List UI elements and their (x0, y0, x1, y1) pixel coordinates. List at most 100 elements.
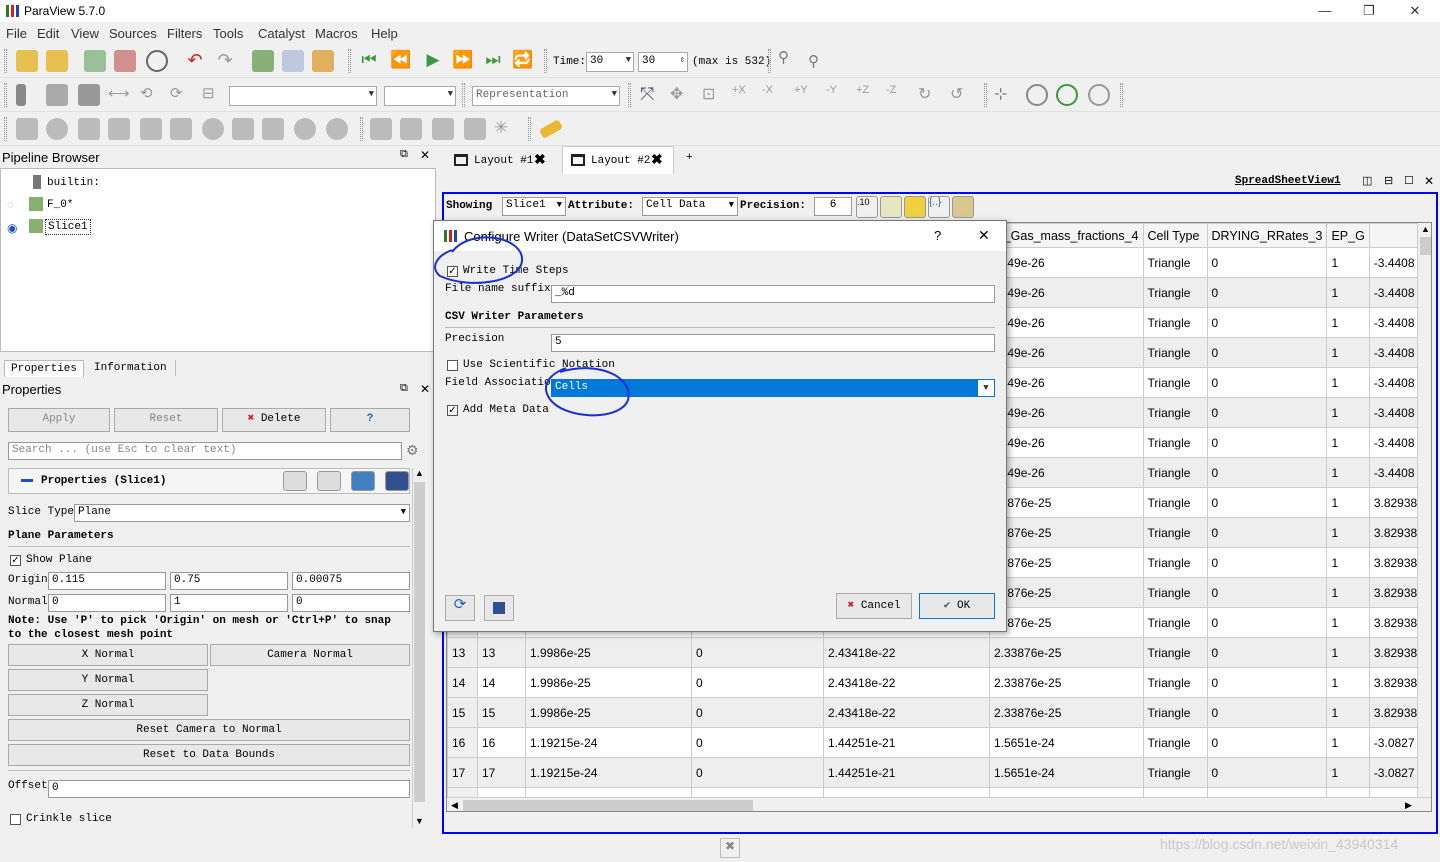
ok-button[interactable]: ✔ OK (919, 593, 995, 619)
write-time-steps-checkbox[interactable]: ✓ (447, 266, 458, 277)
reset-camera-to-normal-button[interactable]: Reset Camera to Normal (8, 719, 410, 741)
redo-icon[interactable]: ↷ (214, 50, 236, 72)
toolbar-grip-5[interactable] (4, 83, 7, 107)
collapse-icon[interactable] (21, 479, 33, 482)
plot-icon[interactable] (432, 118, 454, 140)
tab-information[interactable]: Information (86, 360, 176, 376)
precision-spinbox[interactable]: 6 (814, 197, 852, 216)
menu-filters[interactable]: Filters (167, 26, 202, 41)
pipeline-item-builtin[interactable]: builtin: (47, 177, 100, 189)
field-association-combo[interactable]: Cells ▼ (551, 379, 995, 397)
dialog-refresh-button[interactable]: ⟳ (445, 595, 475, 621)
dialog-save-button[interactable] (484, 595, 514, 621)
horizontal-scrollbar[interactable]: ◀ ▶ (447, 797, 1431, 811)
column-visibility-icon[interactable]: {..} (928, 196, 950, 218)
paste-icon[interactable] (317, 471, 341, 491)
z-normal-button[interactable]: Z Normal (8, 694, 208, 716)
close-panel-icon[interactable]: ✕ (420, 382, 430, 396)
use-scientific-notation-checkbox[interactable] (447, 360, 458, 371)
origin-x-field[interactable]: 0.115 (48, 572, 166, 590)
menu-edit[interactable]: Edit (37, 26, 59, 41)
extract-subset-icon[interactable] (170, 118, 192, 140)
menu-catalyst[interactable]: Catalyst (258, 26, 305, 41)
split-horizontal-icon[interactable]: ◫ (1362, 174, 1372, 187)
split-vertical-icon[interactable]: ⊟ (1384, 174, 1393, 187)
add-layout-tab[interactable]: + (680, 152, 699, 164)
crinkle-slice-checkbox[interactable] (10, 814, 21, 825)
glyph-icon[interactable] (202, 118, 224, 140)
save-icon[interactable] (385, 471, 409, 491)
stream-tracer-icon[interactable] (232, 118, 254, 140)
tab-layout-1[interactable]: Layout #1 ✖ (446, 148, 556, 172)
slice-type-combo[interactable]: Plane ▼ (74, 504, 410, 522)
play-icon[interactable]: ▶ (422, 50, 444, 72)
normal-z-field[interactable]: 0 (292, 594, 410, 612)
normal-y-field[interactable]: 1 (170, 594, 288, 612)
rescale-temporal-icon[interactable]: ⟳ (170, 84, 192, 106)
toolbar-grip-9[interactable] (1120, 83, 1123, 107)
attribute-combo[interactable]: Cell Data ▼ (642, 197, 738, 216)
tab-properties[interactable]: Properties (4, 360, 85, 377)
delete-button[interactable]: ✖ Delete (222, 408, 326, 432)
color-map-icon[interactable]: ⊟ (202, 84, 224, 106)
view-minus-z-icon[interactable]: -Z (886, 84, 908, 106)
toolbar-grip-12[interactable] (528, 117, 531, 141)
loop-icon[interactable]: 🔁 (512, 50, 534, 72)
pick-center-icon[interactable] (282, 50, 304, 72)
scroll-thumb[interactable] (1420, 237, 1431, 255)
color-legend-icon[interactable] (16, 84, 26, 106)
contour-icon[interactable] (46, 118, 68, 140)
scroll-thumb[interactable] (414, 482, 425, 802)
time-index-spinbox[interactable]: 30 ⇕ (638, 52, 688, 72)
header-ep-g[interactable]: EP_G (1326, 223, 1370, 248)
open-icon[interactable] (16, 50, 38, 72)
view-plus-y-icon[interactable]: +Y (794, 84, 816, 106)
find-data-icon[interactable] (370, 118, 392, 140)
undock-icon[interactable]: ⧉ (400, 382, 408, 395)
rotate-plus-90-icon[interactable]: ↻ (918, 84, 940, 106)
table-row[interactable]: 16 16 1.19215e-24 0 1.44251e-21 1.5651e-24 Tri… (447, 727, 1430, 758)
reset-camera-icon[interactable]: ⤧ (640, 84, 662, 106)
gear-icon[interactable]: ⚙ (406, 442, 419, 459)
pipeline-item-slice1[interactable]: Slice1 (45, 219, 91, 235)
header-gas-mass-fractions[interactable]: O_Gas_mass_fractions_4 (989, 223, 1144, 248)
header-cell-type[interactable]: Cell Type (1142, 223, 1208, 248)
table-row[interactable]: 15 15 1.9986e-25 0 2.43418e-22 2.33876e-25 Tri… (447, 697, 1430, 728)
slice-icon[interactable] (108, 118, 130, 140)
save-state-icon[interactable] (114, 50, 136, 72)
view-minus-y-icon[interactable]: -Y (826, 84, 848, 106)
array-combo[interactable]: ▼ (229, 86, 377, 106)
undock-icon[interactable]: ⧉ (400, 148, 408, 161)
export-spreadsheet-icon[interactable] (952, 196, 974, 218)
star-icon[interactable]: ✳ (494, 118, 516, 140)
calculator-icon[interactable] (16, 118, 38, 140)
connect-icon[interactable] (146, 50, 168, 72)
maximize-view-icon[interactable]: ☐ (1404, 174, 1414, 187)
showing-combo[interactable]: Slice1 ▼ (502, 197, 566, 216)
palette-icon[interactable] (312, 50, 334, 72)
dialog-close-button[interactable]: ✕ (978, 227, 990, 244)
scroll-up-icon[interactable]: ▲ (415, 468, 424, 478)
selection-icon[interactable] (400, 118, 422, 140)
file-name-suffix-field[interactable]: _%d (551, 285, 995, 303)
undo-icon[interactable]: ↶ (184, 50, 206, 72)
menu-macros[interactable]: Macros (315, 26, 358, 41)
toolbar-grip-7[interactable] (628, 83, 631, 107)
close-small-icon[interactable]: ✖ (720, 838, 740, 858)
representation-combo[interactable]: Representation ▼ (472, 86, 620, 106)
restore-button[interactable]: ❐ (1354, 2, 1384, 20)
toolbar-grip-8[interactable] (984, 83, 987, 107)
origin-z-field[interactable]: 0.00075 (292, 572, 410, 590)
search-input[interactable]: Search ... (use Esc to clear text) (8, 442, 402, 460)
table-row[interactable]: 13 13 1.9986e-25 0 2.43418e-22 2.33876e-25 Tri… (447, 637, 1430, 668)
warp-vector-icon[interactable] (262, 118, 284, 140)
save-data-icon[interactable] (84, 50, 106, 72)
load-state-icon[interactable] (46, 50, 68, 72)
menu-tools[interactable]: Tools (213, 26, 243, 41)
add-camera-icon[interactable]: ⚲ (808, 52, 830, 74)
reset-center-icon[interactable] (1056, 84, 1078, 106)
view-plus-x-icon[interactable]: +X (732, 84, 754, 106)
view-minus-x-icon[interactable]: -X (762, 84, 784, 106)
toolbar-grip-10[interactable] (4, 117, 7, 141)
clip-icon[interactable] (78, 118, 100, 140)
